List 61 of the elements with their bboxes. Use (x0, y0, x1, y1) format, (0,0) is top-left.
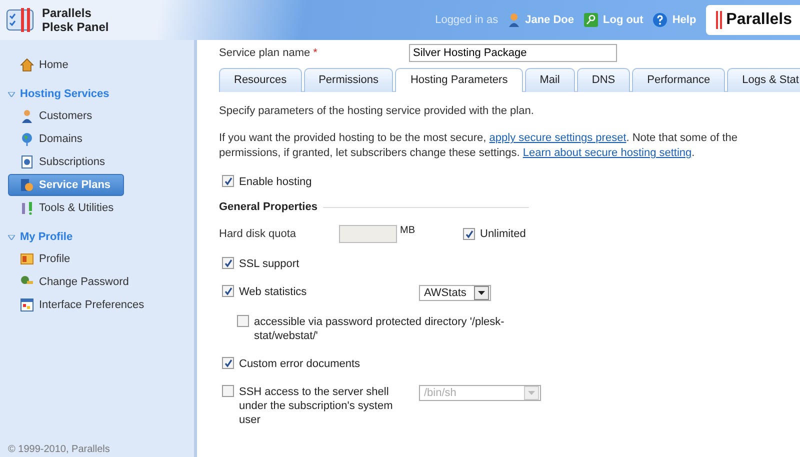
tab[interactable]: Performance (632, 68, 726, 92)
checkbox-label: SSL support (239, 257, 300, 271)
help-icon (653, 13, 668, 27)
checklist-logo-icon (6, 7, 34, 33)
tab[interactable]: Mail (524, 68, 575, 92)
sidebar-item[interactable]: Interface Preferences (8, 294, 152, 316)
unit-label: MB (400, 225, 415, 236)
plan-icon (20, 178, 34, 192)
checkbox-label: SSH access to the server shell under the subscription's system user (239, 385, 394, 427)
bars-icon (716, 11, 722, 29)
secure-note: If you want the provided hosting to be the most secure, apply secure settings preset. Note that some of the permissions, if granted, let subscribers change these settings. Learn about secure hosting setting. (219, 131, 739, 161)
caret-icon (528, 391, 535, 395)
section-title: General Properties (219, 201, 318, 213)
checkbox[interactable] (222, 257, 234, 269)
checkbox[interactable] (237, 315, 249, 327)
tools-icon (20, 201, 34, 215)
checkbox[interactable] (463, 228, 475, 240)
checkbox[interactable] (222, 285, 234, 297)
quota-field[interactable] (339, 225, 397, 243)
product-name: Plesk Panel (42, 20, 109, 34)
document-icon (20, 155, 34, 169)
logged-in-label: Logged in as (435, 14, 498, 26)
card-icon (20, 252, 34, 266)
tab[interactable]: Logs & Stat (727, 68, 800, 92)
sidebar-item[interactable]: Domains (8, 128, 124, 150)
sidebar-item[interactable]: Home (8, 54, 124, 76)
plan-name-field[interactable]: Silver Hosting Package (409, 44, 617, 62)
sidebar-item[interactable]: Customers (8, 105, 124, 127)
sidebar-item[interactable]: Tools & Utilities (8, 197, 124, 219)
product-name: Parallels (42, 6, 92, 20)
caret-icon (8, 234, 15, 240)
help-link[interactable]: Learn about secure hosting setting (522, 147, 692, 159)
checkbox-label: accessible via password protected directory '/plesk-stat/webstat/' (254, 315, 506, 343)
field-label: Service plan name * (219, 47, 318, 59)
brand-logo: Parallels (706, 5, 800, 35)
field-label: Hard disk quota (219, 228, 298, 240)
caret-icon (478, 291, 485, 295)
copyright: © 1999-2010, Parallels (8, 444, 111, 457)
dropdown[interactable]: AWStats (419, 285, 491, 301)
tab[interactable]: Hosting Parameters (395, 68, 523, 92)
checkbox-label: Custom error documents (239, 357, 360, 371)
tab[interactable]: Permissions (304, 68, 394, 92)
checkbox-label: Enable hosting (239, 175, 312, 189)
caret-icon (8, 92, 15, 96)
tab[interactable]: Resources (219, 68, 302, 92)
person-icon (20, 109, 34, 123)
sidebar-item[interactable]: Subscriptions (8, 151, 124, 173)
globe-icon (20, 132, 34, 146)
tab[interactable]: DNS (576, 68, 630, 92)
checkbox-label: Unlimited (480, 228, 526, 240)
checkbox[interactable] (222, 357, 234, 369)
sidebar-item[interactable]: Change Password (8, 271, 136, 293)
window-icon (20, 298, 34, 312)
intro-text: Specify parameters of the hosting service provided with the plan. (219, 104, 535, 119)
logout-icon (584, 13, 598, 27)
user-icon (508, 13, 520, 27)
checkbox[interactable] (222, 175, 234, 187)
help-link[interactable]: apply secure settings preset (489, 132, 626, 144)
house-icon (20, 58, 34, 72)
checkbox-label: Web statistics (239, 285, 308, 299)
sidebar-item[interactable]: Profile (8, 248, 124, 270)
